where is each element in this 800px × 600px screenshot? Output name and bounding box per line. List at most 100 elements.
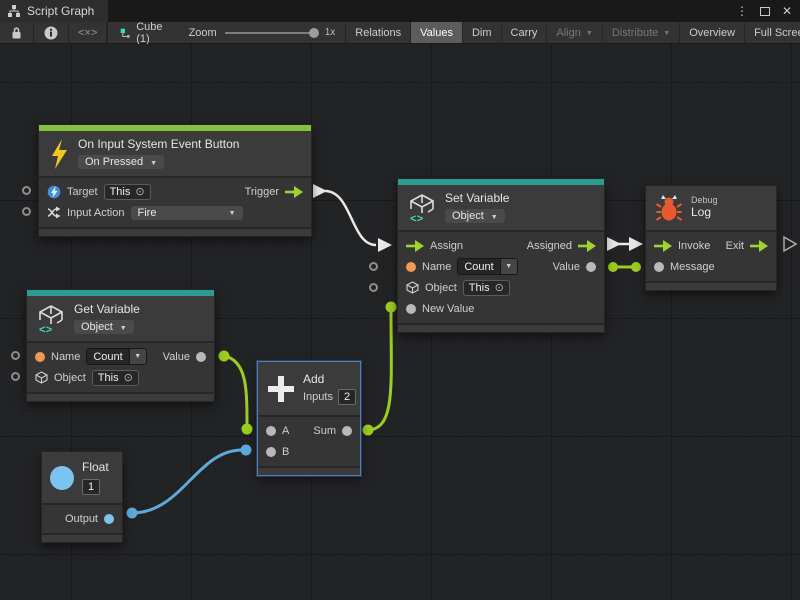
menu-kebab-icon[interactable]: ⋮ xyxy=(736,5,748,17)
node-title: Add xyxy=(303,372,356,387)
graph-canvas[interactable]: On Input System Event Button On Pressed … xyxy=(0,44,800,600)
get-variable-name-port[interactable] xyxy=(11,351,20,360)
new-value-port[interactable] xyxy=(406,304,416,314)
variable-kind-dropdown[interactable]: Object ▼ xyxy=(445,209,505,223)
zoom-slider[interactable] xyxy=(225,32,317,34)
input-action-dropdown[interactable]: Fire ▼ xyxy=(131,206,243,220)
breadcrumb-label: Cube (1) xyxy=(136,21,166,45)
exec-input-port[interactable] xyxy=(406,240,424,252)
exec-output-port[interactable] xyxy=(750,240,768,252)
name-port[interactable] xyxy=(35,352,45,362)
chevron-down-icon: ▼ xyxy=(491,214,498,221)
object-field[interactable]: This ⊙ xyxy=(92,370,139,386)
node-on-input-system-event-button[interactable]: On Input System Event Button On Pressed … xyxy=(38,124,312,237)
event-input-action-port[interactable] xyxy=(22,207,31,216)
code-icon: <×> xyxy=(78,27,97,39)
sum-output-port[interactable] xyxy=(342,426,352,436)
input-action-label: Input Action xyxy=(67,207,125,219)
target-field[interactable]: This ⊙ xyxy=(104,184,151,200)
exec-wire-start-arrow-icon xyxy=(313,184,327,198)
zoom-label: Zoom xyxy=(189,27,217,39)
chevron-down-icon: ▼ xyxy=(150,160,157,167)
get-variable-object-port[interactable] xyxy=(11,372,20,381)
output-port[interactable] xyxy=(104,514,114,524)
svg-text:<>: <> xyxy=(410,214,424,223)
lock-button[interactable] xyxy=(0,22,34,43)
object-field[interactable]: This ⊙ xyxy=(463,280,510,296)
maximize-icon[interactable] xyxy=(760,7,770,16)
chevron-down-icon: ▼ xyxy=(129,349,146,364)
node-set-variable[interactable]: <> Set Variable Object ▼ Assign xyxy=(397,178,605,333)
object-picker-icon: ⊙ xyxy=(495,281,504,294)
object-cube-icon xyxy=(35,371,48,384)
variable-kind-dropdown[interactable]: Object ▼ xyxy=(74,320,134,334)
node-float[interactable]: Float 1 Output xyxy=(41,451,123,543)
info-icon xyxy=(44,26,58,40)
variable-name-dropdown[interactable]: Count ▼ xyxy=(86,348,146,365)
input-action-icon xyxy=(47,206,61,219)
tab-script-graph[interactable]: Script Graph xyxy=(0,0,108,22)
node-title: Get Variable xyxy=(74,302,140,317)
sum-label: Sum xyxy=(313,425,336,437)
float-value-field[interactable]: 1 xyxy=(82,479,100,495)
set-variable-name-port[interactable] xyxy=(369,262,378,271)
overview-button[interactable]: Overview xyxy=(680,22,745,43)
carry-button[interactable]: Carry xyxy=(502,22,548,43)
chevron-down-icon: ▼ xyxy=(229,210,236,217)
message-label: Message xyxy=(670,261,715,273)
script-graph-window: Script Graph ⋮ ✕ <×> xyxy=(0,0,800,600)
input-a-port[interactable] xyxy=(266,426,276,436)
input-b-port[interactable] xyxy=(266,447,276,457)
code-view-button[interactable]: <×> xyxy=(69,22,107,43)
bug-icon xyxy=(656,194,682,222)
name-label: Name xyxy=(422,261,451,273)
event-target-port[interactable] xyxy=(22,186,31,195)
zoom-control: Zoom 1x xyxy=(179,22,346,43)
node-category: Debug xyxy=(691,196,718,206)
chevron-down-icon: ▼ xyxy=(663,30,670,37)
variable-cube-icon: <> xyxy=(37,304,65,334)
value-output-port[interactable] xyxy=(586,262,596,272)
node-footer xyxy=(258,466,360,475)
node-title: Float xyxy=(82,460,109,475)
graph-icon xyxy=(7,4,21,18)
svg-text:<>: <> xyxy=(39,325,53,334)
node-debug-log[interactable]: Debug Log Invoke Exit xyxy=(645,185,777,291)
close-icon[interactable]: ✕ xyxy=(782,5,792,17)
player-input-icon xyxy=(47,185,61,199)
titlebar: Script Graph ⋮ ✕ xyxy=(0,0,800,22)
distribute-button[interactable]: Distribute ▼ xyxy=(603,22,680,43)
event-mode-dropdown[interactable]: On Pressed ▼ xyxy=(78,155,164,169)
node-footer xyxy=(42,533,122,542)
set-variable-object-port[interactable] xyxy=(369,283,378,292)
object-cube-icon xyxy=(406,281,419,294)
exec-input-port[interactable] xyxy=(654,240,672,252)
inspect-button[interactable] xyxy=(34,22,69,43)
variable-name-dropdown[interactable]: Count ▼ xyxy=(457,258,517,275)
fullscreen-button[interactable]: Full Screen xyxy=(745,22,800,43)
values-button[interactable]: Values xyxy=(411,22,463,43)
inputs-label: Inputs xyxy=(303,391,333,403)
message-port[interactable] xyxy=(654,262,664,272)
relations-button[interactable]: Relations xyxy=(345,22,411,43)
unconnected-exec-port-icon[interactable] xyxy=(784,237,796,251)
inputs-count-field[interactable]: 2 xyxy=(338,389,356,405)
new-value-label: New Value xyxy=(422,303,474,315)
node-add[interactable]: Add Inputs 2 A Sum xyxy=(257,361,361,476)
trigger-label: Trigger xyxy=(245,186,279,198)
zoom-slider-handle[interactable] xyxy=(309,28,319,38)
exec-output-port[interactable] xyxy=(578,240,596,252)
exec-wire-arrow-icon xyxy=(629,237,643,251)
float-icon xyxy=(50,466,74,490)
exec-output-port[interactable] xyxy=(285,186,303,198)
object-picker-icon: ⊙ xyxy=(124,371,133,384)
chevron-down-icon: ▼ xyxy=(500,259,517,274)
name-port[interactable] xyxy=(406,262,416,272)
node-get-variable[interactable]: <> Get Variable Object ▼ Name Count ▼ xyxy=(26,289,215,402)
align-button[interactable]: Align ▼ xyxy=(547,22,602,43)
node-title: Log xyxy=(691,205,718,220)
breadcrumb[interactable]: Cube (1) xyxy=(108,22,178,43)
lightning-bolt-icon xyxy=(49,139,69,169)
dim-button[interactable]: Dim xyxy=(463,22,502,43)
value-output-port[interactable] xyxy=(196,352,206,362)
